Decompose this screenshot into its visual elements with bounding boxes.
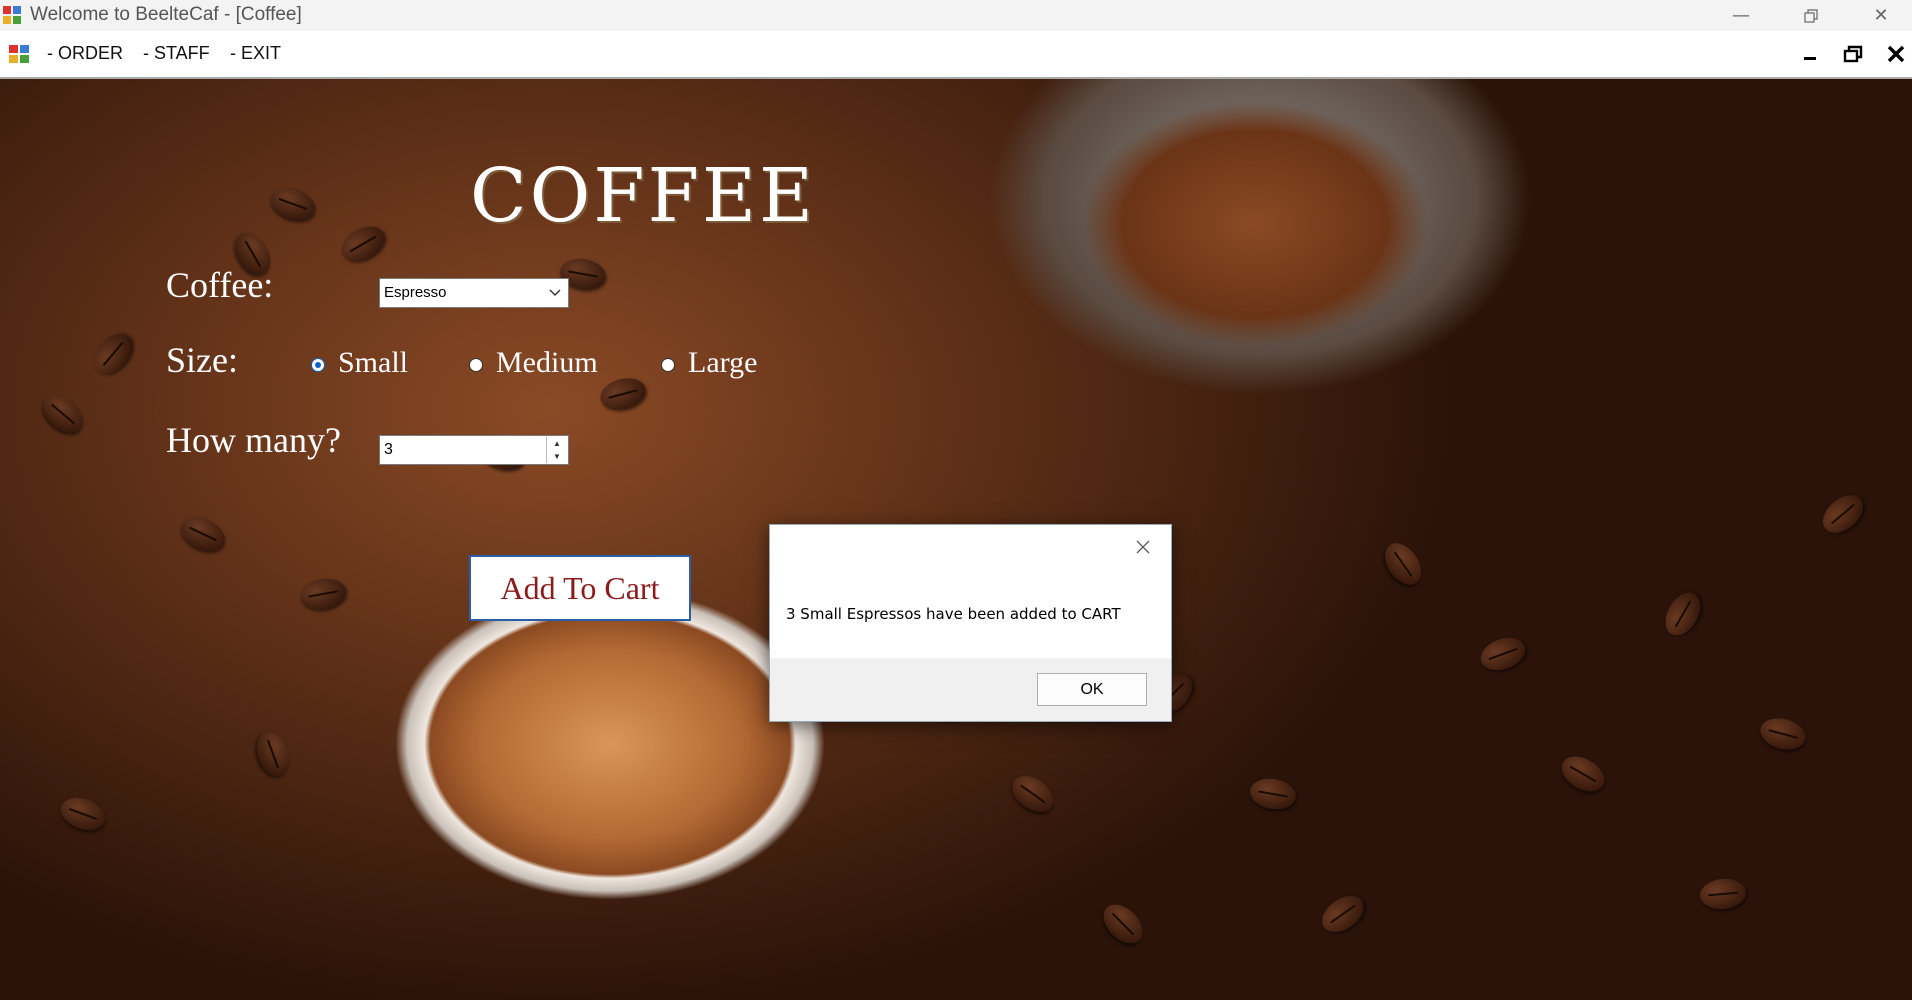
coffee-bean-decoration: [297, 575, 349, 613]
minimize-icon: —: [1732, 5, 1750, 26]
coffee-bean-decoration: [1005, 768, 1061, 820]
coffee-bean-decoration: [1096, 897, 1150, 951]
close-icon: [1887, 45, 1905, 63]
coffee-select-value: Espresso: [384, 284, 447, 301]
coffee-bean-decoration: [175, 510, 231, 558]
coffee-bean-decoration: [1247, 775, 1299, 813]
add-to-cart-button[interactable]: Add To Cart: [469, 555, 691, 621]
coffee-bean-decoration: [1377, 536, 1429, 592]
coffee-bean-decoration: [1315, 888, 1371, 940]
quantity-stepper[interactable]: 3 ▲ ▼: [379, 435, 569, 465]
coffee-bean-decoration: [1698, 877, 1748, 911]
coffee-bean-decoration: [1658, 586, 1708, 642]
quantity-label: How many?: [166, 420, 341, 460]
size-radio-medium[interactable]: [469, 358, 483, 372]
chevron-down-icon[interactable]: [546, 282, 564, 304]
window-titlebar: Welcome to BeelteCaf - [Coffee] — ✕: [0, 0, 1912, 31]
coffee-bean-decoration: [1555, 749, 1611, 799]
dialog-ok-button[interactable]: OK: [1037, 673, 1147, 706]
dialog-message: 3 Small Espressos have been added to CAR…: [786, 605, 1121, 623]
window-restore-button[interactable]: [1776, 0, 1846, 31]
window-close-button[interactable]: ✕: [1846, 0, 1912, 31]
coffee-bean-decoration: [35, 387, 91, 441]
coffee-bean-decoration: [1476, 632, 1530, 676]
coffee-bean-decoration: [1756, 713, 1810, 755]
close-icon: [1136, 540, 1150, 554]
size-radio-large[interactable]: [661, 358, 675, 372]
menu-item-staff[interactable]: - STAFF: [143, 43, 210, 64]
mdi-minimize-button[interactable]: [1795, 41, 1825, 67]
menu-item-order[interactable]: - ORDER: [47, 43, 123, 64]
stepper-arrows: ▲ ▼: [546, 437, 567, 463]
size-option-small-label[interactable]: Small: [338, 346, 408, 380]
coffee-bean-decoration: [596, 373, 650, 415]
coffee-bean-decoration: [1815, 487, 1871, 541]
mdi-close-button[interactable]: [1881, 41, 1911, 67]
coffee-bean-decoration: [56, 792, 110, 836]
restore-icon: [1843, 45, 1863, 63]
window-minimize-button[interactable]: —: [1706, 0, 1776, 31]
confirmation-dialog: 3 Small Espressos have been added to CAR…: [769, 524, 1172, 722]
coffee-bean-decoration: [335, 219, 391, 269]
size-label: Size:: [166, 340, 238, 380]
app-icon: [3, 6, 21, 24]
window-title: Welcome to BeelteCaf - [Coffee]: [30, 4, 302, 25]
coffee-bean-decoration: [266, 182, 320, 226]
minimize-icon: [1804, 57, 1816, 60]
size-radio-small[interactable]: [311, 358, 325, 372]
menu-item-exit[interactable]: - EXIT: [230, 43, 281, 64]
stepper-down-icon[interactable]: ▼: [547, 450, 567, 463]
restore-icon: [1804, 8, 1818, 23]
page-heading: COFFEE: [470, 153, 817, 239]
mdi-child-icon: [9, 45, 29, 63]
coffee-bean-decoration: [251, 727, 295, 781]
coffee-label: Coffee:: [166, 265, 274, 305]
mdi-restore-button[interactable]: [1838, 41, 1868, 67]
dialog-close-button[interactable]: [1129, 533, 1157, 561]
coffee-bean-decoration: [86, 326, 140, 382]
coffee-select[interactable]: Espresso: [379, 278, 569, 308]
close-icon: ✕: [1873, 5, 1889, 26]
menu-bar: - ORDER - STAFF - EXIT: [0, 31, 1912, 79]
stepper-up-icon[interactable]: ▲: [547, 437, 567, 450]
size-option-medium-label[interactable]: Medium: [496, 346, 598, 380]
quantity-value[interactable]: 3: [384, 441, 393, 459]
size-option-large-label[interactable]: Large: [688, 346, 757, 380]
coffee-form-background: COFFEE Coffee: Espresso Size: Small Medi…: [0, 79, 1912, 1000]
